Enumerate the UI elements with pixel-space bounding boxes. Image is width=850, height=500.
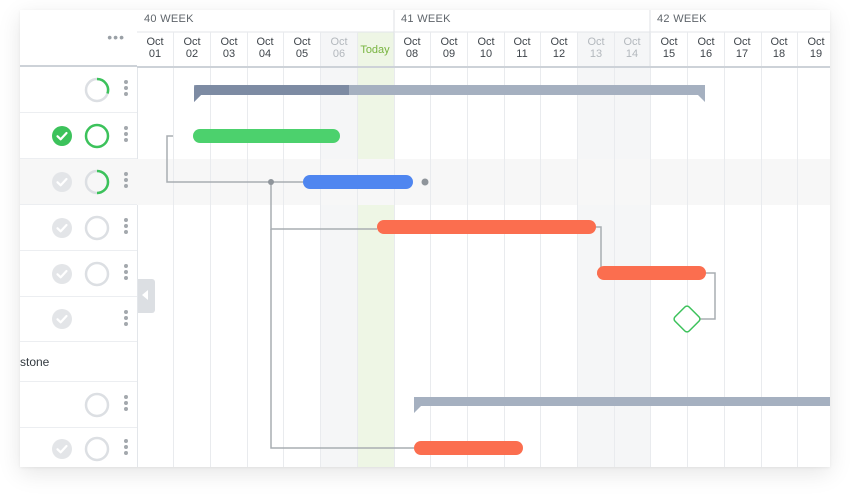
week-label: 41 WEEK: [401, 13, 451, 25]
check-icon[interactable]: [52, 439, 72, 459]
task-grid: ••• stone: [20, 10, 138, 467]
task-row[interactable]: [20, 113, 137, 159]
week-label: 42 WEEK: [657, 13, 707, 25]
kebab-icon[interactable]: [124, 395, 128, 413]
day-header: Oct 15: [660, 36, 678, 60]
check-icon[interactable]: [52, 126, 72, 146]
weekend-column: [320, 32, 357, 467]
timeline: 40 WEEK 41 WEEK 42 WEEK Oct 01 Oct 02 Oct 0…: [137, 10, 830, 467]
task-bar[interactable]: [303, 175, 413, 189]
milestone-diamond-icon[interactable]: [673, 305, 701, 333]
day-header: Oct 14: [623, 36, 641, 60]
kebab-icon[interactable]: [124, 439, 128, 457]
task-bar[interactable]: [597, 266, 706, 280]
day-header: Oct 10: [477, 36, 495, 60]
milestone-name: stone: [20, 355, 50, 369]
day-header: Oct 08: [403, 36, 421, 60]
check-icon[interactable]: [52, 309, 72, 329]
today-column: [357, 32, 394, 467]
day-header: Oct 03: [220, 36, 238, 60]
progress-ring-icon: [84, 436, 110, 462]
kebab-icon[interactable]: [124, 264, 128, 282]
task-row[interactable]: [20, 382, 137, 428]
chevron-left-icon: [142, 290, 148, 300]
link-handle[interactable]: [421, 178, 429, 186]
progress-ring-icon: [84, 261, 110, 287]
check-icon[interactable]: [52, 264, 72, 284]
day-header: Oct 19: [807, 36, 825, 60]
day-header: Oct 01: [146, 36, 164, 60]
progress-ring-icon: [84, 169, 110, 195]
check-icon[interactable]: [52, 218, 72, 238]
grid-header: •••: [20, 10, 137, 67]
kebab-icon[interactable]: [124, 172, 128, 190]
day-header: Oct 18: [770, 36, 788, 60]
task-row[interactable]: [20, 251, 137, 297]
check-icon[interactable]: [52, 172, 72, 192]
progress-ring-icon: [84, 215, 110, 241]
gantt-card: ••• stone 40 WEEK 41 WEEK 42 WEEK Oct 01…: [20, 10, 830, 467]
kebab-icon[interactable]: [124, 310, 128, 328]
day-header: Oct 12: [550, 36, 568, 60]
today-label: Today: [360, 44, 390, 56]
kebab-icon[interactable]: [124, 218, 128, 236]
progress-ring-icon: [84, 123, 110, 149]
milestone-label-row: stone: [20, 342, 137, 382]
day-header: Oct 04: [256, 36, 274, 60]
day-header: Oct 05: [293, 36, 311, 60]
collapse-grid-button[interactable]: [138, 279, 155, 313]
task-row[interactable]: [20, 205, 137, 251]
task-bar[interactable]: [414, 441, 523, 455]
day-header: Oct 16: [697, 36, 715, 60]
week-label: 40 WEEK: [144, 13, 194, 25]
day-header: Oct 13: [587, 36, 605, 60]
day-header: Oct 06: [330, 36, 348, 60]
kebab-icon[interactable]: [124, 80, 128, 98]
task-row[interactable]: [20, 67, 137, 113]
day-header: Oct 09: [440, 36, 458, 60]
more-dots-icon[interactable]: •••: [107, 30, 125, 44]
task-row[interactable]: [20, 159, 137, 205]
progress-ring-icon: [84, 392, 110, 418]
progress-ring-icon: [84, 77, 110, 103]
milestone-row[interactable]: [20, 297, 137, 342]
kebab-icon[interactable]: [124, 126, 128, 144]
timeline-canvas: [137, 10, 830, 467]
day-header: Oct 11: [513, 36, 531, 60]
day-header: Oct 17: [733, 36, 751, 60]
link-dot: [268, 179, 274, 185]
task-row[interactable]: [20, 428, 137, 467]
task-bar[interactable]: [193, 129, 340, 143]
day-header: Oct 02: [183, 36, 201, 60]
task-bar[interactable]: [377, 220, 596, 234]
